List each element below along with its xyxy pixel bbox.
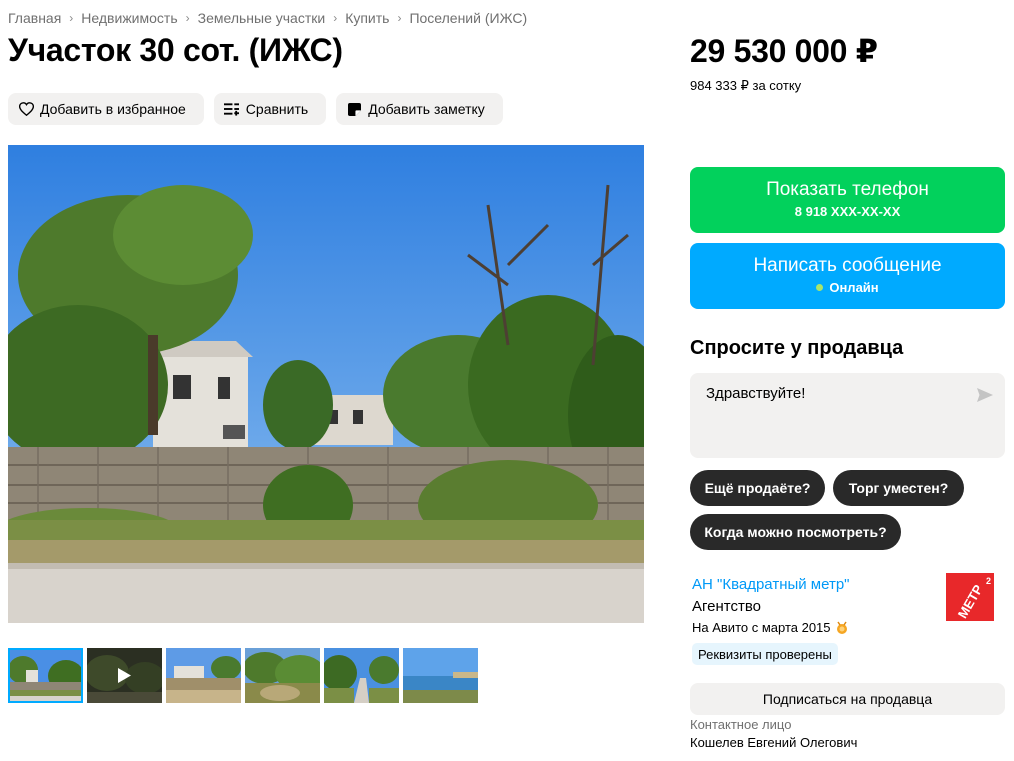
thumbnail-video[interactable] — [87, 648, 162, 703]
ask-seller-input[interactable]: Здравствуйте! — [690, 373, 1005, 458]
contact-person-name: Кошелев Евгений Олегович — [690, 735, 858, 750]
chevron-right-icon: › — [185, 11, 190, 25]
seller-name-link[interactable]: АН "Квадратный метр" — [692, 576, 850, 593]
compare-label: Сравнить — [245, 101, 309, 117]
breadcrumb-item-buy[interactable]: Купить — [345, 10, 389, 26]
page-title: Участок 30 сот. (ИЖС) — [8, 32, 343, 68]
seller-logo[interactable]: МЕТР 2 — [946, 573, 994, 621]
contact-person-label: Контактное лицо — [690, 717, 792, 732]
seller-type: Агентство — [692, 598, 761, 615]
masked-phone-number: 8 918 XXX-XX-XX — [794, 204, 901, 219]
compare-icon — [224, 101, 240, 117]
verified-badge-label: Реквизиты проверены — [698, 646, 832, 662]
breadcrumb-item-home[interactable]: Главная — [8, 10, 61, 26]
write-message-label: Написать сообщение — [753, 255, 942, 276]
thumbnail-photo-6[interactable] — [403, 648, 478, 703]
seller-since: На Авито с марта 2015 — [692, 620, 849, 635]
quick-reply-bargain[interactable]: Торг уместен? — [833, 470, 964, 506]
price-total: 29 530 000 ₽ — [690, 33, 878, 69]
note-icon — [346, 101, 362, 117]
thumbnail-photo-4[interactable] — [245, 648, 320, 703]
medal-icon — [835, 621, 849, 635]
listing-actions: Добавить в избранное Сравнить Добавить з… — [8, 93, 503, 125]
add-to-favorites-label: Добавить в избранное — [40, 101, 186, 117]
thumbnail-photo-5[interactable] — [324, 648, 399, 703]
breadcrumb: Главная › Недвижимость › Земельные участ… — [8, 10, 527, 26]
breadcrumb-item-settlement[interactable]: Поселений (ИЖС) — [409, 10, 527, 26]
show-phone-label: Показать телефон — [766, 179, 929, 200]
breadcrumb-item-real-estate[interactable]: Недвижимость — [81, 10, 177, 26]
add-note-button[interactable]: Добавить заметку — [336, 93, 503, 125]
price-per-sotka: 984 333 ₽ за сотку — [690, 78, 802, 93]
heart-icon — [18, 101, 34, 117]
online-status: Онлайн — [816, 280, 879, 295]
chevron-right-icon: › — [397, 11, 402, 25]
seller-since-label: На Авито с марта 2015 — [692, 620, 831, 635]
add-to-favorites-button[interactable]: Добавить в избранное — [8, 93, 204, 125]
main-photo[interactable] — [8, 145, 644, 623]
seller-logo-superscript: 2 — [986, 576, 991, 586]
online-status-label: Онлайн — [829, 280, 879, 295]
chevron-right-icon: › — [333, 11, 338, 25]
show-phone-button[interactable]: Показать телефон 8 918 XXX-XX-XX — [690, 167, 1005, 233]
chevron-right-icon: › — [69, 11, 74, 25]
verified-badge: Реквизиты проверены — [692, 643, 838, 665]
thumbnail-photo-3[interactable] — [166, 648, 241, 703]
subscribe-seller-label: Подписаться на продавца — [762, 691, 933, 707]
send-icon[interactable] — [975, 385, 995, 405]
photo-thumbnails — [8, 648, 478, 703]
add-note-label: Добавить заметку — [368, 101, 485, 117]
subscribe-seller-button[interactable]: Подписаться на продавца — [690, 683, 1005, 715]
write-message-button[interactable]: Написать сообщение Онлайн — [690, 243, 1005, 309]
ask-seller-title: Спросите у продавца — [690, 337, 904, 359]
compare-button[interactable]: Сравнить — [213, 93, 327, 125]
ask-seller-draft-text: Здравствуйте! — [706, 385, 806, 402]
breadcrumb-item-land[interactable]: Земельные участки — [198, 10, 326, 26]
online-dot-icon — [816, 284, 824, 291]
thumbnail-photo-1[interactable] — [8, 648, 83, 703]
quick-reply-when-view[interactable]: Когда можно посмотреть? — [690, 514, 901, 550]
quick-reply-still-selling[interactable]: Ещё продаёте? — [690, 470, 825, 506]
